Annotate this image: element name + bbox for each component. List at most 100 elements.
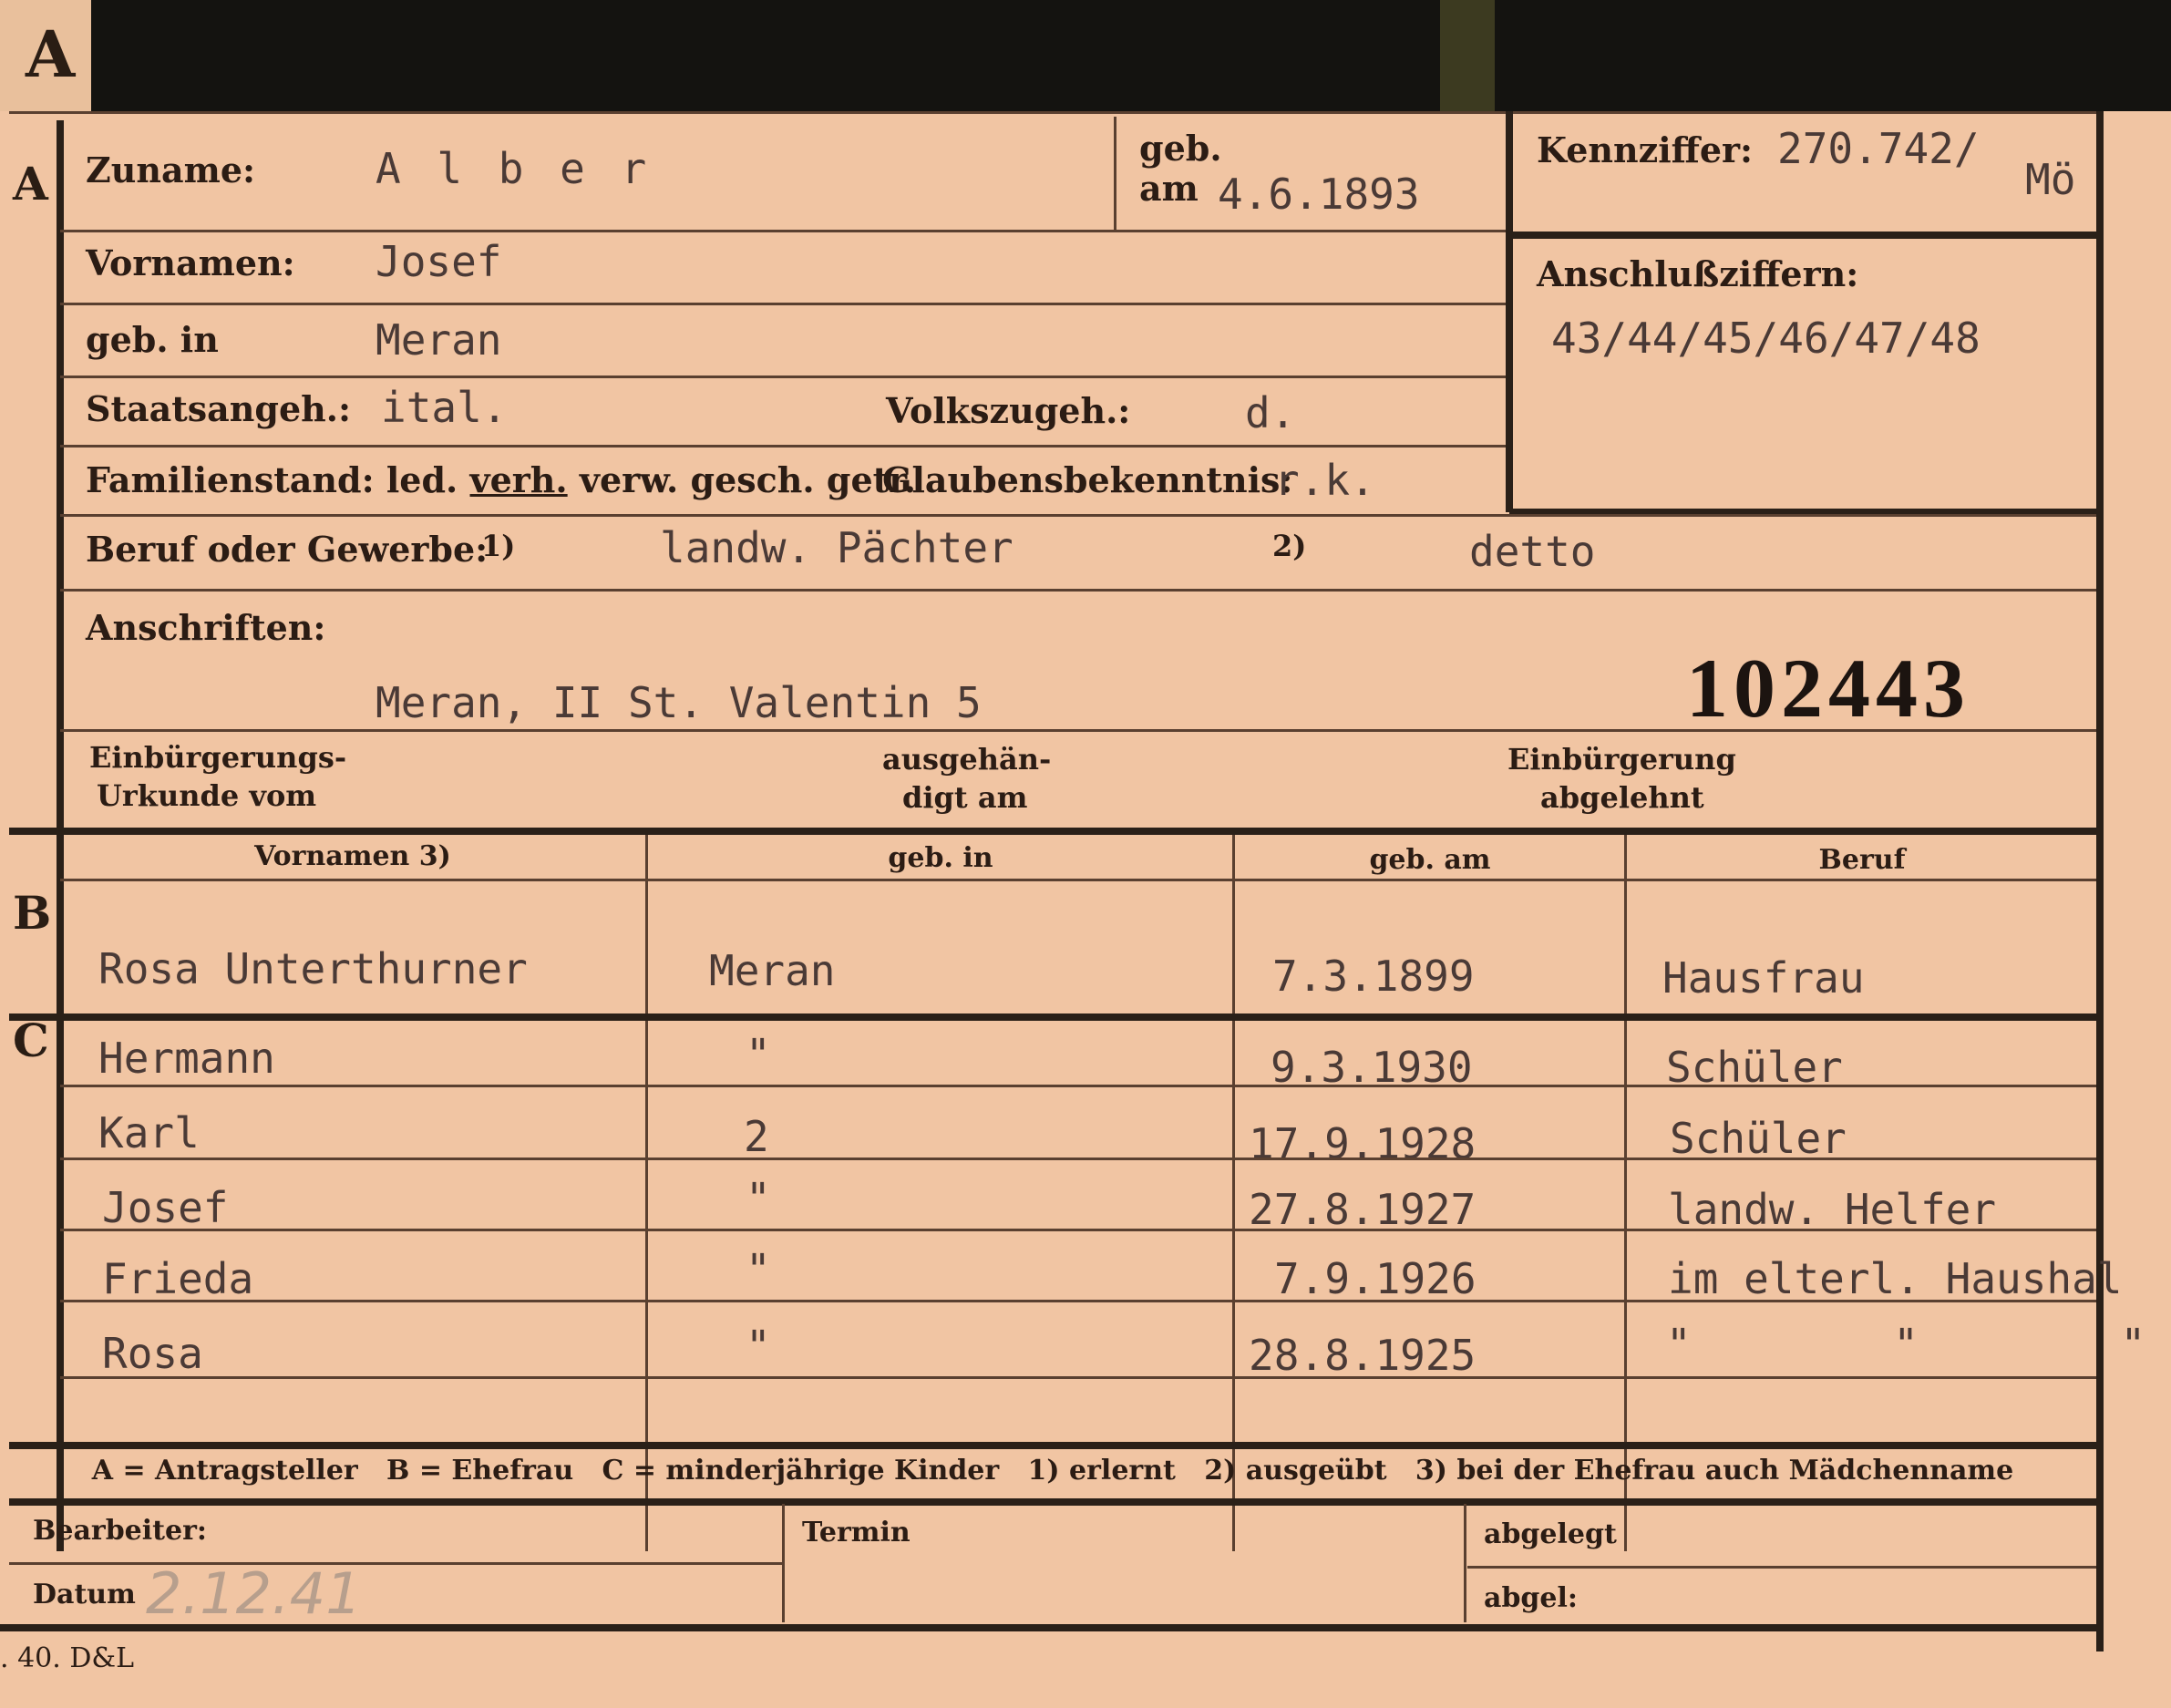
card-number: 102443: [1686, 642, 1970, 735]
ehefrau-vorname: Rosa Unterthurner: [98, 944, 528, 993]
section-a-letter: A: [13, 157, 48, 211]
dark-background-strip: [0, 0, 2171, 111]
ehefrau-beruf: Hausfrau: [1662, 953, 1865, 1003]
kind-geb-in: ": [746, 1174, 771, 1223]
kind-vorname: Karl: [98, 1108, 200, 1158]
corner-letter: A: [26, 16, 76, 92]
zuname-value: A l b e r: [376, 144, 653, 193]
frame-right: [2096, 111, 2104, 1651]
beruf-label: Beruf oder Gewerbe:: [86, 529, 489, 570]
row-line: [60, 514, 2096, 517]
kind-geb-in: 2: [744, 1112, 769, 1161]
am-label: am: [1139, 168, 1199, 209]
header-underline: [60, 879, 2096, 881]
familienstand-label: Familienstand: led. verh. verw. gesch. g…: [86, 459, 916, 500]
section-c-letter: C: [13, 1013, 49, 1067]
section-b-top-divider: [9, 828, 2096, 835]
header-vornamen: Vornamen 3): [254, 840, 451, 872]
row-line: [60, 445, 1506, 448]
row-line: [60, 589, 2096, 592]
card-bottom-line: [0, 1624, 2104, 1631]
geb-am-value: 4.6.1893: [1218, 170, 1420, 219]
header-geb-am: geb. am: [1369, 844, 1491, 876]
background-stain: [1440, 0, 1495, 111]
kennziffer-box-divider: [1509, 232, 2096, 239]
einburgerung-abgelehnt-label-2: abgelehnt: [1540, 780, 1704, 815]
geb-in-value: Meran: [376, 315, 502, 365]
row-line: [60, 1229, 2096, 1231]
geb-divider: [1114, 117, 1116, 232]
beruf-mark-2: 2): [1272, 529, 1307, 563]
datum-value: 2.12.41: [146, 1560, 362, 1627]
kind-vorname: Josef: [102, 1183, 229, 1232]
anschriften-value: Meran, II St. Valentin 5: [376, 678, 982, 727]
kind-beruf: " " ": [1666, 1320, 2146, 1369]
kind-vorname: Frieda: [102, 1254, 254, 1303]
beruf-value-2: detto: [1469, 527, 1596, 576]
staatsangeh-label: Staatsangeh.:: [86, 388, 352, 429]
frame-top: [9, 111, 2096, 114]
header-beruf: Beruf: [1818, 844, 1906, 876]
row-line: [60, 1300, 2096, 1302]
volkszugeh-label: Volkszugeh.:: [886, 390, 1131, 431]
column-line: [1464, 1504, 1466, 1622]
legend-top-divider: [9, 1442, 2096, 1449]
header-geb-in: geb. in: [888, 842, 993, 874]
kind-beruf: Schüler: [1670, 1114, 1847, 1163]
ehefrau-geb-am: 7.3.1899: [1272, 952, 1475, 1001]
kind-geb-in: ": [746, 1322, 771, 1371]
kind-geb-am: 7.9.1926: [1274, 1254, 1476, 1303]
datum-label: Datum: [33, 1579, 136, 1610]
kind-beruf: landw. Helfer: [1668, 1185, 1997, 1234]
ausgehaendigt-label-2: digt am: [902, 780, 1028, 815]
kind-geb-am: 17.9.1928: [1249, 1119, 1476, 1168]
kind-geb-am: 27.8.1927: [1249, 1185, 1476, 1234]
ehefrau-geb-in: Meran: [709, 946, 836, 995]
row-line: [60, 376, 1506, 378]
kind-geb-in: ": [746, 1245, 771, 1294]
kennziffer-label: Kennziffer:: [1537, 129, 1754, 170]
row-line: [60, 230, 1506, 232]
anschlussziffern-label: Anschlußziffern:: [1537, 253, 1859, 294]
section-c-top-divider: [9, 1013, 2096, 1021]
einburgerungs-urkunde-label-2: Urkunde vom: [97, 778, 317, 813]
row-line: [9, 1562, 782, 1565]
geb-label: geb.: [1139, 128, 1222, 169]
ausgehaendigt-label-1: ausgehän-: [882, 742, 1052, 777]
glauben-label: Glaubensbekenntnis:: [882, 459, 1293, 500]
abgel-label: abgel:: [1484, 1582, 1578, 1614]
kind-beruf: im elterl. Haushal: [1668, 1254, 2123, 1303]
staatsangeh-value: ital.: [381, 383, 508, 432]
beruf-value-1: landw. Pächter: [660, 523, 1013, 572]
vornamen-value: Josef: [376, 237, 502, 286]
termin-label: Termin: [802, 1517, 911, 1549]
section-b-letter: B: [13, 886, 52, 940]
column-line: [782, 1504, 785, 1622]
row-line: [60, 1158, 2096, 1160]
legend-bottom-divider: [9, 1498, 2096, 1506]
row-line: [1467, 1566, 2096, 1569]
kennziffer-box-left: [1506, 111, 1513, 512]
corner-tab: A: [0, 0, 91, 111]
geb-in-label: geb. in: [86, 319, 219, 360]
anschlussziffern-value: 43/44/45/46/47/48: [1551, 314, 1981, 363]
registration-card: A B C Zuname: A l b e r geb. am 4.6.1893…: [0, 111, 2171, 1708]
row-line: [60, 303, 1506, 305]
kind-geb-in: ": [746, 1030, 771, 1079]
section-a-divider: [57, 120, 64, 840]
legend: A = Antragsteller B = Ehefrau C = minder…: [91, 1455, 2014, 1487]
abgelegt-label: abgelegt: [1484, 1518, 1617, 1550]
volkszugeh-value: d.: [1245, 388, 1296, 437]
familienstand-rest: verw. gesch. getr.: [579, 459, 916, 500]
anschriften-label: Anschriften:: [86, 607, 326, 648]
kind-geb-am: 28.8.1925: [1249, 1331, 1476, 1380]
einburgerungs-urkunde-label-1: Einbürgerungs-: [89, 740, 347, 775]
glauben-value: r.k.: [1274, 456, 1375, 505]
beruf-mark-1: 1): [481, 529, 516, 563]
row-line: [60, 1376, 2096, 1379]
familienstand-text: Familienstand: led.: [86, 459, 458, 500]
kennziffer-suffix: Mö: [2025, 155, 2076, 204]
kind-vorname: Hermann: [98, 1034, 275, 1083]
einburgerung-abgelehnt-label-1: Einbürgerung: [1507, 742, 1736, 777]
familienstand-verh: verh.: [469, 459, 568, 500]
